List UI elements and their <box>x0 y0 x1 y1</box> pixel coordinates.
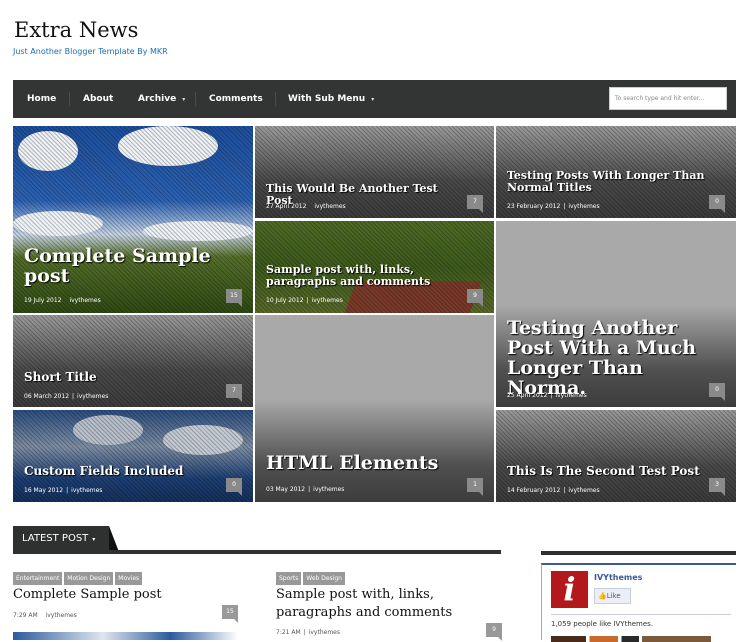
featured-tile[interactable]: Testing Posts With Longer Than Normal Ti… <box>496 126 736 218</box>
site-title[interactable]: Extra News <box>14 18 138 42</box>
tile-meta: 03 May 2012 | ivythemes <box>266 486 345 493</box>
tile-title[interactable]: Sample post with, links, paragraphs and … <box>266 264 464 287</box>
comment-count-icon[interactable]: 7 <box>467 195 483 213</box>
facebook-page-name[interactable]: IVYthemes <box>594 573 642 582</box>
featured-tile[interactable]: This Is The Second Test Post 14 February… <box>496 410 736 502</box>
post-meta: 7:21 AM | ivythemes <box>276 629 340 636</box>
section-divider <box>13 550 501 554</box>
post-title[interactable]: Sample post with, links, paragraphs and … <box>276 586 486 622</box>
facebook-like-count: 1,059 people like IVYthemes. <box>551 620 654 628</box>
tile-meta: 06 March 2012 | ivythemes <box>24 393 109 400</box>
divider <box>551 614 731 615</box>
nav-item-home[interactable]: Home <box>27 80 56 118</box>
tag-link[interactable]: Sports <box>276 572 302 585</box>
facebook-like-button[interactable]: 👍Like <box>594 588 631 604</box>
facebook-fan-avatars[interactable] <box>551 636 711 642</box>
nav-item-with-sub-menu[interactable]: With Sub Menu ▾ <box>288 80 374 118</box>
chevron-down-icon: ▾ <box>182 96 186 103</box>
thumbs-up-icon: 👍 <box>598 592 607 600</box>
tag-link[interactable]: Movies <box>115 572 143 585</box>
tag-link[interactable]: Entertainment <box>13 572 63 585</box>
featured-tile[interactable]: Short Title 06 March 2012 | ivythemes 7 <box>13 315 253 407</box>
comment-count-icon[interactable]: 15 <box>226 289 242 307</box>
post-title[interactable]: Complete Sample post <box>13 586 243 604</box>
nav-item-comments[interactable]: Comments <box>209 80 263 118</box>
site-tagline: Just Another Blogger Template By MKR <box>13 47 168 56</box>
tile-title[interactable]: This Is The Second Test Post <box>507 465 706 478</box>
tile-meta: 19 July 2012 ivythemes <box>24 297 101 304</box>
tile-meta: 14 February 2012 | ivythemes <box>507 487 600 494</box>
comment-count-icon[interactable]: 0 <box>226 478 242 496</box>
tab-corner <box>109 526 119 552</box>
tile-meta: 25 April 2012 | ivythemes <box>507 392 587 399</box>
featured-tile[interactable]: Testing Another Post With a Much Longer … <box>496 221 736 407</box>
featured-tile[interactable]: HTML Elements 03 May 2012 | ivythemes 1 <box>255 315 494 502</box>
comment-count-icon[interactable]: 0 <box>709 195 725 213</box>
tile-meta: 10 July 2012 | ivythemes <box>266 297 343 304</box>
comment-count-icon[interactable]: 15 <box>222 605 238 623</box>
tile-meta: 27 April 2012 ivythemes <box>266 203 346 210</box>
post-thumbnail[interactable] <box>13 632 238 640</box>
post-tags: Entertainment Motion Design Movies <box>13 565 144 585</box>
chevron-down-icon: ▾ <box>371 96 375 103</box>
tile-meta: 23 February 2012 | ivythemes <box>507 203 600 210</box>
featured-tile[interactable]: This Would Be Another Test Post 27 April… <box>255 126 494 218</box>
tile-title[interactable]: Complete Sample post <box>24 246 223 287</box>
facebook-like-box: i IVYthemes 👍Like 1,059 people like IVYt… <box>541 563 736 642</box>
nav-item-about[interactable]: About <box>83 80 113 118</box>
featured-tile[interactable]: Custom Fields Included 16 May 2012 | ivyth… <box>13 410 253 502</box>
tile-title[interactable]: Testing Another Post With a Much Longer … <box>507 318 706 399</box>
tile-title[interactable]: Testing Posts With Longer Than Normal Ti… <box>507 170 706 193</box>
tile-title[interactable]: Short Title <box>24 371 223 384</box>
tile-title[interactable]: HTML Elements <box>266 453 464 474</box>
nav-item-archive[interactable]: Archive ▾ <box>138 80 185 118</box>
nav-divider <box>69 92 70 106</box>
ivythemes-logo[interactable]: i <box>551 571 588 608</box>
nav-divider <box>195 92 196 106</box>
tile-meta: 16 May 2012 | ivythemes <box>24 487 103 494</box>
comment-count-icon[interactable]: 7 <box>226 384 242 402</box>
latest-post-tab[interactable]: LATEST POST ▾ <box>13 526 109 552</box>
featured-tile[interactable]: Complete Sample post 19 July 2012 ivythe… <box>13 126 253 313</box>
comment-count-icon[interactable]: 3 <box>709 478 725 496</box>
tag-link[interactable]: Web Design <box>303 572 345 585</box>
featured-tile[interactable]: Sample post with, links, paragraphs and … <box>255 221 494 313</box>
tile-title[interactable]: Custom Fields Included <box>24 465 223 478</box>
search-input[interactable] <box>609 87 727 110</box>
sidebar-divider <box>541 551 736 555</box>
chevron-down-icon: ▾ <box>92 536 96 543</box>
comment-count-icon[interactable]: 9 <box>467 289 483 307</box>
post-tags: Sports Web Design <box>276 565 347 585</box>
tag-link[interactable]: Motion Design <box>64 572 114 585</box>
nav-divider <box>275 92 276 106</box>
comment-count-icon[interactable]: 0 <box>709 383 725 401</box>
comment-count-icon[interactable]: 9 <box>486 623 502 641</box>
post-meta: 7:29 AM ivythemes <box>13 612 77 619</box>
comment-count-icon[interactable]: 1 <box>467 478 483 496</box>
